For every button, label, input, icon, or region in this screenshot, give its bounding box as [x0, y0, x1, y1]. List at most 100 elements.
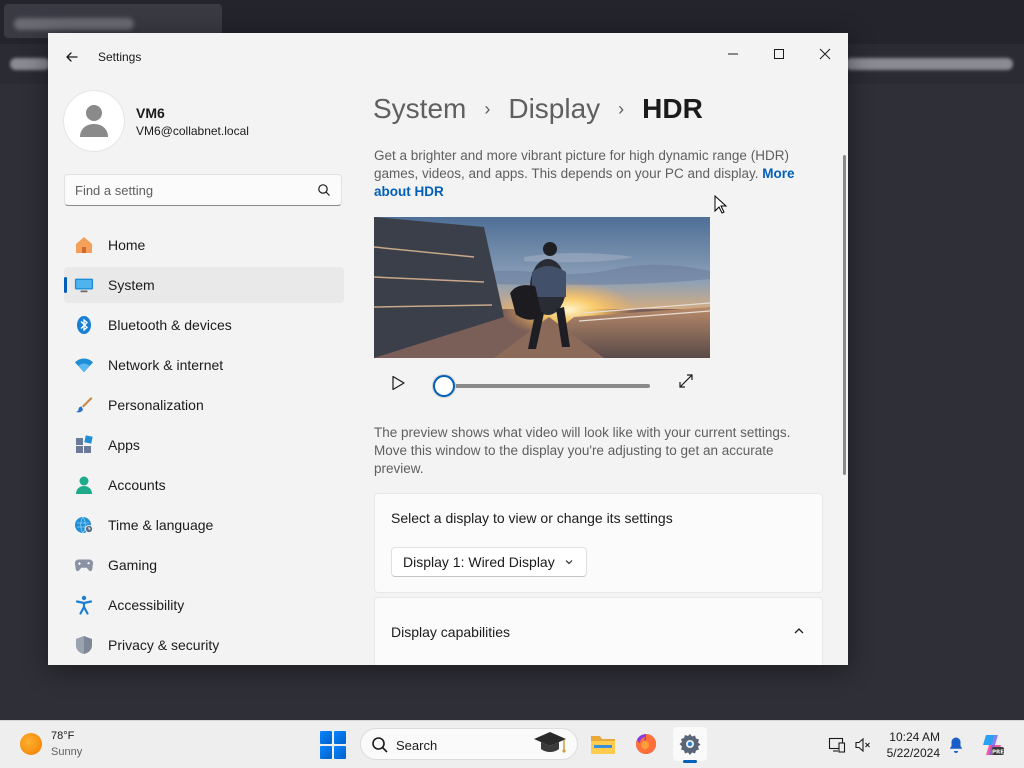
chevron-up-icon[interactable]	[792, 624, 806, 638]
select-display-label: Select a display to view or change its s…	[391, 510, 673, 526]
hdr-preview-video[interactable]	[374, 217, 710, 358]
content-scrollbar[interactable]	[843, 155, 846, 475]
sidebar-item-network[interactable]: Network & internet	[64, 347, 344, 383]
sidebar-item-privacy-security[interactable]: Privacy & security	[64, 627, 344, 663]
clock-date[interactable]: 5/22/2024	[880, 746, 940, 760]
sidebar-item-accessibility[interactable]: Accessibility	[64, 587, 344, 623]
fullscreen-button[interactable]	[676, 371, 696, 391]
hdr-description: Get a brighter and more vibrant picture …	[374, 147, 814, 201]
brush-icon	[74, 395, 94, 415]
sidebar-item-apps[interactable]: Apps	[64, 427, 344, 463]
maximize-icon	[774, 49, 784, 59]
firefox-icon	[636, 734, 656, 754]
globe-clock-icon	[74, 515, 94, 535]
minimize-button[interactable]	[710, 39, 756, 69]
settings-window: Settings VM6 VM6@collabnet.local Home Sy…	[48, 33, 848, 665]
background-app-bar	[845, 58, 1013, 70]
blurred-tab-title	[14, 18, 134, 30]
person-icon	[74, 475, 94, 495]
taskbar-search-label: Search	[396, 738, 438, 753]
windows-logo-tile	[320, 746, 332, 759]
apps-icon	[74, 435, 94, 455]
breadcrumb: System › Display › HDR	[373, 89, 703, 129]
sidebar-item-label: Network & internet	[108, 357, 224, 373]
svg-text:PRE: PRE	[992, 750, 1004, 756]
close-icon	[819, 48, 831, 60]
taskbar-file-explorer[interactable]	[586, 727, 620, 761]
start-button[interactable]	[320, 731, 348, 759]
display-select[interactable]: Display 1: Wired Display	[391, 547, 587, 577]
sidebar-item-personalization[interactable]: Personalization	[64, 387, 344, 423]
sidebar-nav: Home System Bluetooth & devices Network …	[64, 227, 344, 665]
page-title: HDR	[642, 93, 703, 124]
device-icon[interactable]	[828, 736, 846, 754]
bluetooth-icon	[74, 315, 94, 335]
search-icon	[372, 737, 388, 753]
display-capabilities-card[interactable]: Display capabilities	[374, 597, 823, 665]
maximize-button[interactable]	[756, 39, 802, 69]
profile-email: VM6@collabnet.local	[136, 124, 249, 138]
weather-condition[interactable]: Sunny	[51, 746, 82, 758]
person-icon	[80, 105, 108, 137]
sidebar-item-label: Personalization	[108, 397, 204, 413]
sidebar-item-label: Gaming	[108, 557, 158, 573]
sidebar-item-label: Accessibility	[108, 597, 185, 613]
chevron-right-icon: ›	[484, 98, 491, 119]
profile-name: VM6	[136, 105, 165, 121]
taskbar-settings[interactable]	[673, 727, 707, 763]
sidebar-item-accounts[interactable]: Accounts	[64, 467, 344, 503]
avatar[interactable]	[64, 91, 124, 151]
sidebar-item-label: Accounts	[108, 477, 166, 493]
windows-logo-tile	[334, 746, 346, 759]
sidebar-item-home[interactable]: Home	[64, 227, 344, 263]
breadcrumb-display[interactable]: Display	[508, 93, 600, 125]
close-button[interactable]	[802, 39, 848, 69]
notification-bell-icon[interactable]	[948, 736, 964, 754]
search-input[interactable]	[65, 175, 305, 205]
shield-icon	[74, 635, 94, 655]
minimize-icon	[728, 53, 738, 55]
play-button[interactable]	[388, 373, 408, 393]
weather-temperature[interactable]: 78°F	[51, 730, 74, 742]
hdr-description-text: Get a brighter and more vibrant picture …	[374, 148, 789, 181]
sidebar-item-time-language[interactable]: Time & language	[64, 507, 344, 543]
preview-note: The preview shows what video will look l…	[374, 425, 791, 476]
search-box	[64, 174, 342, 206]
sidebar-item-label: System	[108, 277, 155, 293]
play-icon	[392, 375, 405, 391]
windows-logo-tile	[320, 731, 332, 744]
breadcrumb-system[interactable]: System	[373, 93, 466, 125]
speaker-muted-icon[interactable]	[854, 736, 872, 754]
back-button[interactable]	[62, 47, 82, 67]
wifi-icon	[74, 355, 94, 375]
taskbar: 78°F Sunny Search 10:24 AM 5/22/2024 PRE	[0, 720, 1024, 768]
sidebar-item-label: Apps	[108, 437, 140, 453]
sidebar-item-label: Bluetooth & devices	[108, 317, 232, 333]
expand-icon	[679, 374, 693, 388]
sun-icon[interactable]	[20, 733, 42, 755]
windows-logo-tile	[334, 731, 346, 744]
sidebar-item-gaming[interactable]: Gaming	[64, 547, 344, 583]
title-bar: Settings	[48, 33, 848, 81]
sidebar-item-label: Time & language	[108, 517, 214, 533]
arrow-left-icon	[66, 52, 78, 62]
sidebar-item-system[interactable]: System	[64, 267, 344, 303]
display-select-value: Display 1: Wired Display	[403, 554, 555, 570]
taskbar-firefox[interactable]	[629, 727, 663, 761]
video-seek-track[interactable]	[446, 384, 650, 388]
file-explorer-icon	[591, 736, 615, 754]
display-capabilities-label: Display capabilities	[391, 624, 511, 640]
accessibility-icon	[74, 595, 94, 615]
sidebar-item-label: Home	[108, 237, 146, 253]
sidebar-item-bluetooth[interactable]: Bluetooth & devices	[64, 307, 344, 343]
clock-time[interactable]: 10:24 AM	[886, 730, 940, 744]
monitor-icon	[74, 275, 94, 295]
chevron-down-icon	[565, 560, 573, 565]
copilot-icon[interactable]: PRE	[980, 733, 1004, 757]
video-seek-thumb[interactable]	[433, 375, 455, 397]
settings-icon	[679, 734, 701, 755]
sidebar-item-label: Privacy & security	[108, 637, 220, 653]
mouse-cursor-icon	[714, 195, 728, 214]
background-app-bar	[10, 58, 50, 70]
hdr-video-frame	[374, 217, 710, 358]
